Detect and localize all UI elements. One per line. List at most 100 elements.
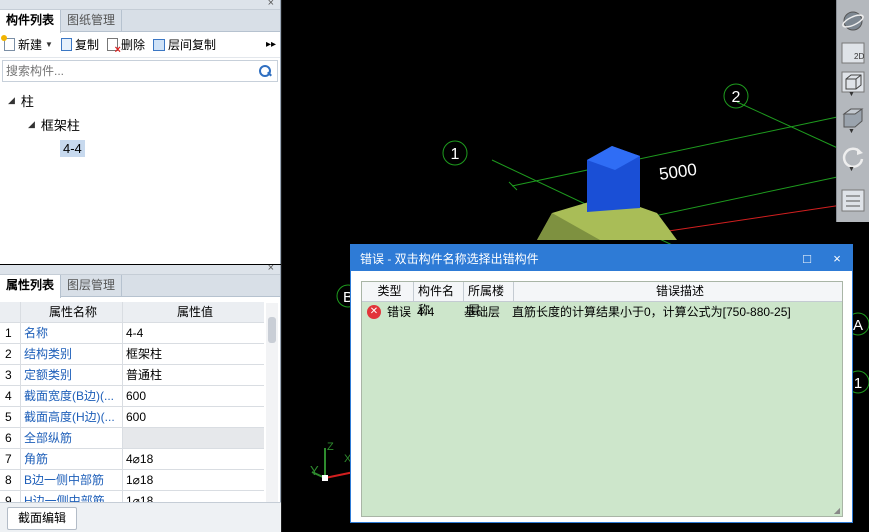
table-row[interactable]: 7 角筋 4⌀18 bbox=[0, 449, 264, 470]
panel-titlebar: × bbox=[0, 262, 280, 275]
copy-label: 复制 bbox=[74, 38, 99, 52]
error-floor: 基础层 bbox=[464, 305, 501, 319]
tree-node-4-4[interactable]: 4-4 bbox=[0, 136, 280, 160]
row-num: 1 bbox=[0, 323, 21, 343]
property-value[interactable] bbox=[123, 428, 264, 448]
copy-icon bbox=[60, 38, 72, 51]
gizmo-origin bbox=[322, 475, 328, 481]
tab-drawing-management[interactable]: 图纸管理 bbox=[61, 10, 123, 31]
edge-label-a: A bbox=[853, 317, 863, 334]
copy-button[interactable]: 复制 bbox=[60, 36, 99, 53]
svg-text:▼: ▼ bbox=[848, 128, 855, 133]
tree-node-label: 柱 bbox=[20, 93, 34, 109]
col-floor[interactable]: 所属楼层 bbox=[464, 282, 514, 317]
tab-component-list[interactable]: 构件列表 bbox=[0, 10, 62, 33]
gizmo-z-label: Z bbox=[327, 441, 334, 453]
table-row[interactable]: 3 定额类别 普通柱 bbox=[0, 365, 264, 386]
error-list-header: 类型 构件名称 所属楼层 错误描述 bbox=[362, 282, 842, 317]
property-value[interactable]: 普通柱 bbox=[123, 365, 264, 385]
2d-view-icon[interactable]: 2D bbox=[840, 40, 867, 67]
table-row[interactable]: 2 结构类别 框架柱 bbox=[0, 344, 264, 365]
col-desc[interactable]: 错误描述 bbox=[514, 282, 842, 301]
tree-node-column[interactable]: ◢ 柱 bbox=[0, 88, 280, 112]
maximize-button[interactable]: □ bbox=[792, 251, 822, 266]
tree-node-label: 框架柱 bbox=[40, 117, 80, 133]
error-type: 错误 bbox=[387, 305, 412, 319]
table-row[interactable]: 6 全部纵筋 bbox=[0, 428, 264, 449]
property-name: 角筋 bbox=[21, 449, 123, 469]
globe-icon[interactable] bbox=[840, 8, 867, 35]
row-num: 4 bbox=[0, 386, 21, 406]
tree-node-label: 4-4 bbox=[60, 139, 85, 157]
new-button[interactable]: 新建 ▼ bbox=[1, 35, 53, 53]
component-toolbar: 新建 ▼ 复制 删除 层间复制 ▸▸ bbox=[0, 32, 280, 58]
axis-label-1: 1 bbox=[451, 146, 460, 163]
property-scrollbar[interactable] bbox=[266, 303, 278, 532]
property-name: 截面高度(H边)(... bbox=[21, 407, 123, 427]
close-icon[interactable]: × bbox=[268, 0, 274, 9]
axis-line bbox=[736, 101, 843, 151]
chevron-down-icon[interactable]: ▼ bbox=[45, 40, 53, 49]
component-list-panel: × 构件列表 图纸管理 新建 ▼ 复制 删除 层间复制 ▸▸ ◢ 柱 bbox=[0, 0, 281, 264]
tree-node-frame-column[interactable]: ◢ 框架柱 bbox=[0, 112, 280, 136]
3d-view-icon[interactable]: ▼ bbox=[840, 106, 867, 135]
property-name: 定额类别 bbox=[21, 365, 123, 385]
floor-copy-label: 层间复制 bbox=[167, 38, 216, 52]
search-icon[interactable] bbox=[258, 64, 272, 78]
svg-text:▼: ▼ bbox=[848, 91, 855, 97]
row-num: 6 bbox=[0, 428, 21, 448]
row-num: 3 bbox=[0, 365, 21, 385]
scrollbar-thumb[interactable] bbox=[268, 317, 276, 343]
delete-label: 删除 bbox=[120, 38, 145, 52]
expand-triangle-icon[interactable]: ◢ bbox=[8, 95, 15, 106]
error-list: 类型 构件名称 所属楼层 错误描述 ✕ 错误 4-4 基础层 直筋长度的计算结果… bbox=[361, 281, 843, 517]
property-value[interactable]: 1⌀18 bbox=[123, 470, 264, 490]
layer-grid-icon[interactable] bbox=[840, 188, 867, 215]
error-icon: ✕ bbox=[367, 305, 381, 319]
edge-label-1: 1 bbox=[854, 375, 862, 392]
toolbar-overflow-icon[interactable]: ▸▸ bbox=[266, 39, 276, 50]
row-num: 2 bbox=[0, 344, 21, 364]
error-component-name[interactable]: 4-4 bbox=[417, 302, 464, 322]
component-tabs: 构件列表 图纸管理 bbox=[0, 10, 280, 33]
new-label: 新建 bbox=[18, 38, 43, 52]
resize-grip-icon[interactable]: ◢ bbox=[834, 506, 840, 515]
tick-mark bbox=[508, 181, 518, 191]
header-num bbox=[0, 302, 21, 322]
delete-button[interactable]: 删除 bbox=[106, 36, 145, 56]
axis-label-2: 2 bbox=[732, 89, 741, 106]
component-search bbox=[2, 60, 278, 82]
property-value[interactable]: 4⌀18 bbox=[123, 449, 264, 469]
table-row[interactable]: 4 截面宽度(B边)(... 600 bbox=[0, 386, 264, 407]
3d-box-icon[interactable]: ▼ bbox=[840, 70, 867, 98]
floor-copy-button[interactable]: 层间复制 bbox=[152, 36, 216, 53]
panel-titlebar: × bbox=[0, 0, 280, 10]
header-value: 属性值 bbox=[123, 302, 264, 322]
table-row[interactable]: ✕ 错误 4-4 基础层 直筋长度的计算结果小于0，计算公式为[750-880-… bbox=[362, 302, 842, 322]
view-tools-strip: 2D ▼ ▼ ▼ bbox=[836, 0, 869, 222]
expand-triangle-icon[interactable]: ◢ bbox=[28, 119, 35, 130]
col-name[interactable]: 构件名称 bbox=[414, 282, 464, 317]
error-dialog-titlebar[interactable]: 错误 - 双击构件名称选择出错构件 □ × bbox=[351, 245, 852, 271]
property-grid: 属性名称 属性值 1 名称 4-4 2 结构类别 框架柱 3 定额类别 普通柱 … bbox=[0, 302, 264, 512]
table-row[interactable]: 8 B边一侧中部筋 1⌀18 bbox=[0, 470, 264, 491]
property-name: B边一侧中部筋 bbox=[21, 470, 123, 490]
close-icon[interactable]: × bbox=[268, 262, 274, 274]
property-value[interactable]: 4-4 bbox=[123, 323, 264, 343]
property-tabs: 属性列表 图层管理 bbox=[0, 275, 280, 298]
col-type[interactable]: 类型 bbox=[362, 282, 414, 301]
section-edit-button[interactable]: 截面编辑 bbox=[7, 507, 78, 530]
table-row[interactable]: 1 名称 4-4 bbox=[0, 323, 264, 344]
property-value[interactable]: 600 bbox=[123, 407, 264, 427]
rotate-icon[interactable]: ▼ bbox=[840, 144, 867, 173]
tab-layer-management[interactable]: 图层管理 bbox=[61, 275, 123, 296]
error-dialog: 错误 - 双击构件名称选择出错构件 □ × 类型 构件名称 所属楼层 错误描述 … bbox=[350, 244, 853, 523]
property-value[interactable]: 600 bbox=[123, 386, 264, 406]
row-num: 5 bbox=[0, 407, 21, 427]
search-input[interactable] bbox=[6, 64, 258, 78]
table-row[interactable]: 5 截面高度(H边)(... 600 bbox=[0, 407, 264, 428]
close-button[interactable]: × bbox=[822, 251, 852, 266]
property-name: 全部纵筋 bbox=[21, 428, 123, 448]
property-value[interactable]: 框架柱 bbox=[123, 344, 264, 364]
tab-property-list[interactable]: 属性列表 bbox=[0, 275, 62, 298]
